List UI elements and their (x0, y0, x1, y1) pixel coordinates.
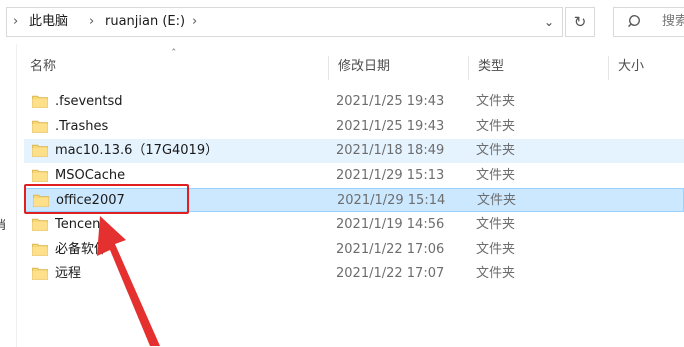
file-type: 文件夹 (476, 266, 516, 282)
nav-item-partial[interactable]: 消 (0, 216, 6, 233)
breadcrumb-this-pc[interactable]: 此电脑 (29, 8, 68, 36)
file-type: 文件夹 (476, 118, 516, 134)
file-date: 2021/1/22 17:07 (336, 266, 445, 282)
file-type: 文件夹 (476, 94, 516, 109)
folder-icon (32, 95, 48, 108)
file-date: 2021/1/18 18:49 (336, 143, 445, 159)
chevron-down-icon[interactable]: ⌄ (536, 8, 562, 36)
file-type: 文件夹 (476, 143, 516, 159)
file-row[interactable]: Tencent 2021/1/19 14:56 文件夹 (24, 213, 684, 237)
folder-icon (32, 267, 48, 281)
folder-icon (32, 120, 48, 133)
file-date: 2021/1/29 15:14 (337, 193, 446, 209)
file-row[interactable]: .fseventsd 2021/1/25 19:43 文件夹 (24, 90, 684, 114)
file-type: 文件夹 (476, 217, 516, 232)
file-name[interactable]: mac10.13.6（17G4019） (55, 139, 218, 163)
search-icon (628, 15, 640, 28)
annotation-highlight-box (24, 184, 189, 214)
file-type: 文件夹 (476, 167, 516, 183)
file-row[interactable]: 必备软件 2021/1/22 17:06 文件夹 (24, 238, 684, 262)
file-type: 文件夹 (476, 241, 516, 257)
file-date: 2021/1/19 14:56 (336, 217, 445, 232)
chevron-right-icon[interactable]: › (192, 8, 197, 36)
folder-icon (32, 243, 48, 256)
file-type: 文件夹 (477, 193, 517, 209)
breadcrumb-drive[interactable]: ruanjian (E:) (105, 8, 185, 36)
address-toolbar: › 此电脑 › ruanjian (E:) › ⌄ ↻ 搜索 (0, 0, 684, 44)
file-row[interactable]: mac10.13.6（17G4019） 2021/1/18 18:49 文件夹 (24, 139, 684, 164)
navigation-pane[interactable]: 消 (0, 44, 17, 347)
chevron-right-icon[interactable]: › (13, 8, 18, 36)
search-placeholder: 搜索 (662, 14, 684, 29)
file-date: 2021/1/29 15:13 (336, 167, 445, 183)
file-name[interactable]: 必备软件 (55, 238, 107, 262)
column-header-size[interactable]: 大小 (608, 52, 684, 82)
address-bar[interactable]: › 此电脑 › ruanjian (E:) › ⌄ (6, 7, 563, 37)
file-name[interactable]: 远程 (55, 262, 81, 286)
file-row[interactable]: 远程 2021/1/22 17:07 文件夹 (24, 262, 684, 286)
folder-icon (32, 218, 48, 231)
refresh-button[interactable]: ↻ (565, 7, 595, 37)
chevron-right-icon[interactable]: › (89, 8, 94, 36)
file-name[interactable]: .Trashes (55, 115, 108, 139)
file-name[interactable]: .fseventsd (55, 90, 123, 114)
search-input[interactable]: 搜索 (613, 7, 684, 37)
file-date: 2021/1/25 19:43 (336, 94, 445, 109)
folder-icon (32, 169, 48, 182)
file-date: 2021/1/25 19:43 (336, 118, 445, 134)
file-name[interactable]: Tencent (55, 213, 105, 237)
folder-icon (32, 144, 48, 158)
file-row[interactable]: .Trashes 2021/1/25 19:43 文件夹 (24, 115, 684, 139)
column-header-name[interactable]: 名称 (20, 52, 328, 82)
file-date: 2021/1/22 17:06 (336, 241, 445, 257)
column-header-type[interactable]: 类型 (468, 52, 608, 82)
column-header-date[interactable]: 修改日期 (328, 52, 468, 82)
